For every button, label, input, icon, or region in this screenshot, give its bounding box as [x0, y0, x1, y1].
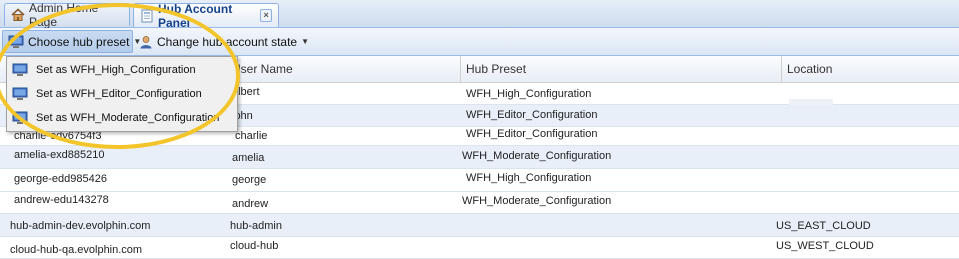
- preset-cell: WFH_Editor_Configuration: [466, 109, 598, 121]
- table-row[interactable]: amelia-exd885210 amelia WFH_Moderate_Con…: [0, 146, 959, 169]
- preset-cell: WFH_High_Configuration: [466, 88, 592, 100]
- toolbar: Choose hub preset ▼ Change hub account s…: [0, 28, 959, 56]
- preset-cell: WFH_Moderate_Configuration: [462, 150, 612, 162]
- menu-item-label: Set as WFH_High_Configuration: [36, 64, 196, 76]
- monitor-icon: [12, 87, 28, 101]
- user-cell: andrew: [232, 198, 269, 210]
- choose-hub-preset-button[interactable]: Choose hub preset ▼: [2, 30, 141, 53]
- user-cell: george: [232, 174, 267, 186]
- tab-label: Hub Account Panel: [158, 1, 233, 30]
- table-row[interactable]: andrew-edu143278 andrew WFH_Moderate_Con…: [0, 192, 959, 214]
- close-tab-icon[interactable]: ×: [260, 9, 272, 22]
- chevron-down-icon: ▼: [301, 37, 310, 46]
- tab-label: Admin Home Page: [29, 1, 99, 29]
- column-header-location[interactable]: Location: [781, 56, 959, 82]
- table-row[interactable]: george-edd985426 george WFH_High_Configu…: [0, 169, 959, 192]
- column-header-user-name[interactable]: User Name: [226, 56, 460, 82]
- change-account-state-label: Change hub account state: [157, 34, 298, 49]
- user-cell: amelia: [232, 152, 265, 164]
- account-cell: andrew-edu143278: [14, 194, 109, 206]
- table-row[interactable]: hub-admin-dev.evolphin.com hub-admin US_…: [0, 214, 959, 237]
- home-icon: [11, 8, 25, 22]
- preset-cell: WFH_Editor_Configuration: [466, 128, 598, 140]
- account-cell: amelia-exd885210: [14, 149, 105, 161]
- preset-cell: WFH_High_Configuration: [466, 172, 592, 184]
- change-account-state-button[interactable]: Change hub account state ▼: [134, 30, 309, 53]
- monitor-icon: [12, 111, 28, 125]
- location-cell: US_EAST_CLOUD: [776, 220, 871, 232]
- user-cell: charlie: [235, 130, 268, 142]
- monitor-icon: [8, 35, 24, 49]
- user-cell: cloud-hub: [230, 240, 279, 252]
- user-cell: hub-admin: [230, 220, 282, 232]
- menu-item-label: Set as WFH_Editor_Configuration: [36, 88, 202, 100]
- table-row[interactable]: cloud-hub-qa.evolphin.com cloud-hub US_W…: [0, 237, 959, 259]
- menu-item-editor-config[interactable]: Set as WFH_Editor_Configuration: [7, 82, 237, 106]
- tab-hub-account-panel[interactable]: Hub Account Panel ×: [133, 1, 279, 30]
- account-cell: hub-admin-dev.evolphin.com: [10, 220, 151, 232]
- preset-cell: WFH_Moderate_Configuration: [462, 195, 612, 207]
- menu-item-moderate-config[interactable]: Set as WFH_Moderate_Configuration: [7, 106, 237, 130]
- menu-item-label: Set as WFH_Moderate_Configuration: [36, 112, 220, 124]
- location-cell: US_WEST_CLOUD: [776, 240, 874, 252]
- monitor-icon: [12, 63, 28, 77]
- user-icon: [139, 35, 153, 49]
- column-header-hub-preset[interactable]: Hub Preset: [460, 56, 781, 82]
- document-icon: [140, 9, 154, 23]
- hub-preset-menu: Set as WFH_High_Configuration Set as WFH…: [6, 56, 238, 132]
- menu-item-high-config[interactable]: Set as WFH_High_Configuration: [7, 58, 237, 82]
- choose-hub-preset-label: Choose hub preset: [28, 34, 130, 49]
- account-cell: cloud-hub-qa.evolphin.com: [10, 244, 143, 256]
- account-cell: george-edd985426: [14, 173, 107, 185]
- tab-strip: Admin Home Page Hub Account Panel ×: [0, 0, 959, 30]
- tab-admin-home[interactable]: Admin Home Page: [4, 1, 130, 29]
